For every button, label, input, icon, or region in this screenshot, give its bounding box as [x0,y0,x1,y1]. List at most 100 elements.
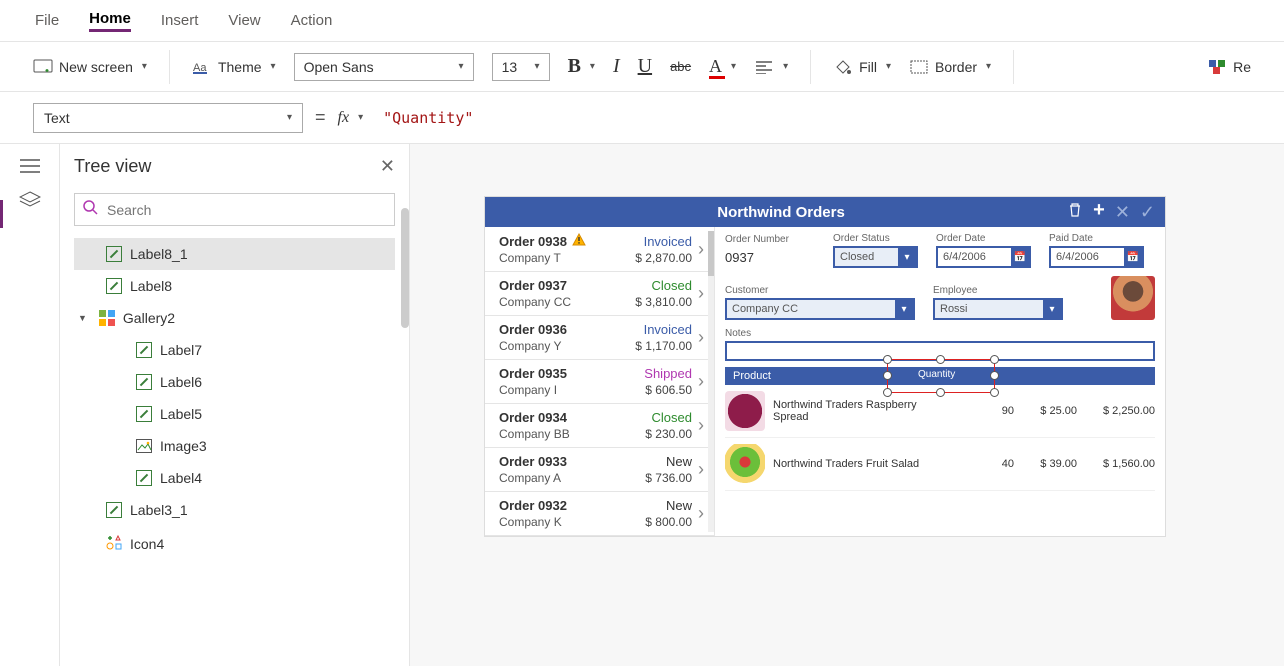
order-row[interactable]: Order 0937Company CCClosed$ 3,810.00› [485,272,714,316]
tree-item-Label3_1[interactable]: Label3_1 [74,494,395,526]
tree-item-label: Label7 [160,342,202,358]
order-row[interactable]: Order 0932Company KNew$ 800.00› [485,492,714,536]
layers-icon[interactable] [19,191,41,212]
property-select[interactable]: Text ▾ [33,103,303,133]
reorder-icon [1207,57,1227,77]
product-row[interactable]: Northwind Traders Fruit Salad40$ 39.00$ … [725,438,1155,491]
label-icon [136,374,152,390]
order-detail: Order Number 0937 Order Status Closed▾ O… [715,227,1165,536]
strikethrough-icon: abc [670,59,691,74]
orderno-label: Order Number [725,234,815,245]
chevron-right-icon: › [698,503,704,524]
scrollbar[interactable] [708,231,714,532]
menu-file[interactable]: File [35,12,59,29]
employee-select[interactable]: Rossi▾ [933,298,1063,320]
tree-item-Image3[interactable]: Image3 [74,430,395,462]
tree-item-label: Label8_1 [130,246,188,262]
align-button[interactable]: ▾ [754,57,788,77]
fx-button[interactable]: fx ▾ [338,109,364,127]
formula-input[interactable]: "Quantity" [383,109,473,127]
status-label: Order Status [833,233,918,244]
new-screen-icon [33,57,53,77]
theme-icon: Aa [192,57,212,77]
menu-home[interactable]: Home [89,10,131,32]
tree-item-Icon4[interactable]: Icon4 [74,526,395,561]
customer-select[interactable]: Company CC▾ [725,298,915,320]
orderdate-input[interactable]: 6/4/2006📅 [936,246,1031,268]
products-list: Northwind Traders Raspberry Spread90$ 25… [725,385,1155,491]
tree-item-Label7[interactable]: Label7 [74,334,395,366]
chevron-down-icon: ▾ [1043,300,1061,318]
strikethrough-button[interactable]: abc [670,59,691,74]
fill-button[interactable]: Fill ▾ [833,57,891,77]
paiddate-input[interactable]: 6/4/2006📅 [1049,246,1144,268]
order-row[interactable]: Order 0934Company BBClosed$ 230.00› [485,404,714,448]
font-size-select[interactable]: 13 ▾ [492,53,550,81]
product-col-label: Product [733,370,771,382]
font-color-button[interactable]: A▾ [709,56,736,77]
chevron-right-icon: › [698,239,704,260]
align-icon [754,57,774,77]
tree-item-Label5[interactable]: Label5 [74,398,395,430]
menu-action[interactable]: Action [291,12,333,29]
add-icon[interactable]: + [1093,202,1105,223]
reorder-button[interactable]: Re [1207,57,1251,77]
tree-item-label: Icon4 [130,536,164,552]
font-family-select[interactable]: Open Sans ▾ [294,53,474,81]
main-menu: File Home Insert View Action [0,0,1284,42]
chevron-down-icon: ▾ [535,61,540,72]
hamburger-icon[interactable] [19,158,41,177]
menu-insert[interactable]: Insert [161,12,199,29]
chevron-down-icon: ▾ [590,61,595,72]
theme-button[interactable]: Aa Theme ▾ [192,57,276,77]
chevron-right-icon: › [698,371,704,392]
tree-item-label: Label3_1 [130,502,188,518]
chevron-down-icon: ▾ [142,61,147,72]
tree-item-label: Label5 [160,406,202,422]
check-icon[interactable]: ✓ [1140,202,1155,223]
chevron-right-icon: › [698,415,704,436]
tree-item-Label6[interactable]: Label6 [74,366,395,398]
chevron-right-icon: › [698,327,704,348]
quantity-label-selection[interactable]: Quantity [887,359,995,393]
new-screen-button[interactable]: New screen ▾ [33,57,147,77]
search-input[interactable] [107,202,386,218]
preview-app: Northwind Orders + ✕ ✓ Order 0938Company… [484,196,1166,537]
chevron-down-icon: ▾ [898,248,916,266]
tree-item-Label4[interactable]: Label4 [74,462,395,494]
tree-item-label: Label8 [130,278,172,294]
label-icon [136,470,152,486]
paiddate-label: Paid Date [1049,233,1144,244]
notes-label: Notes [725,328,1155,339]
warning-icon [572,233,586,249]
underline-button[interactable]: U [638,55,652,78]
tree-search[interactable] [74,193,395,226]
app-title: Northwind Orders [495,204,1067,221]
chevron-right-icon: › [698,459,704,480]
order-row[interactable]: Order 0936Company YInvoiced$ 1,170.00› [485,316,714,360]
fx-icon: fx [338,109,350,127]
customer-label: Customer [725,285,915,296]
canvas: Northwind Orders + ✕ ✓ Order 0938Company… [410,144,1284,666]
scrollbar-thumb[interactable] [401,208,409,328]
tree-item-Gallery2[interactable]: ▼Gallery2 [74,302,395,334]
tree-item-Label8[interactable]: Label8 [74,270,395,302]
menu-view[interactable]: View [228,12,260,29]
trash-icon[interactable] [1067,202,1083,223]
border-button[interactable]: Border ▾ [909,57,991,77]
tree-item-label: Label6 [160,374,202,390]
order-row[interactable]: Order 0933Company ANew$ 736.00› [485,448,714,492]
close-icon[interactable]: ✕ [380,156,395,177]
status-select[interactable]: Closed▾ [833,246,918,268]
cancel-icon[interactable]: ✕ [1115,202,1130,223]
formula-bar: Text ▾ = fx ▾ "Quantity" [0,92,1284,144]
order-row[interactable]: Order 0935Company IShipped$ 606.50› [485,360,714,404]
tree-item-Label8_1[interactable]: Label8_1 [74,238,395,270]
italic-button[interactable]: I [613,55,620,78]
italic-icon: I [613,55,620,78]
tree-list: Label8_1 Label8 ▼Gallery2 Label7 Label6 Label… [74,238,395,561]
bold-button[interactable]: B▾ [568,55,595,78]
chevron-right-icon: › [698,283,704,304]
chevron-down-icon: ▾ [895,300,913,318]
order-row[interactable]: Order 0938Company TInvoiced$ 2,870.00› [485,227,714,272]
